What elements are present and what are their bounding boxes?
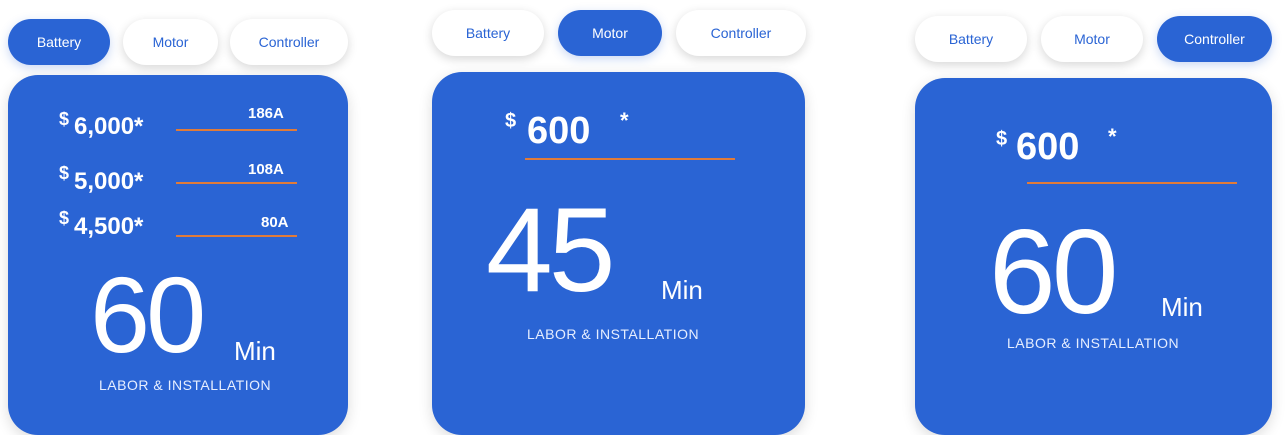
panel1-tab-motor[interactable]: Motor xyxy=(123,19,218,65)
panel2-price-amount: 600 xyxy=(527,110,591,152)
panel1-price3-amount: 4,500* xyxy=(74,213,144,240)
panel3-time-value: 60 xyxy=(989,205,1118,339)
panel3-price-symbol: $ xyxy=(996,128,1008,150)
panel3-card: $ 600 * 60 Min LABOR & INSTALLATION xyxy=(915,78,1272,435)
panel1-price1-amperage: 186A xyxy=(248,105,284,122)
panel1-price3-amperage: 80A xyxy=(261,214,289,231)
panel2-card: $ 600 * 45 Min LABOR & INSTALLATION xyxy=(432,72,805,435)
panel2-price-symbol: $ xyxy=(505,110,517,132)
panel2-labor-label: LABOR & INSTALLATION xyxy=(527,326,700,342)
panel2-price-asterisk: * xyxy=(620,108,629,133)
panel3-price-asterisk: * xyxy=(1108,124,1117,149)
panel2-time-unit: Min xyxy=(661,275,703,305)
panel1-tab-battery[interactable]: Battery xyxy=(8,19,110,65)
panel1-price1-symbol: $ xyxy=(59,109,70,129)
panel3-tab-battery[interactable]: Battery xyxy=(915,16,1027,62)
panel1-time-unit: Min xyxy=(234,336,276,366)
panel2-tab-motor[interactable]: Motor xyxy=(558,10,662,56)
panel1-card: $ 6,000* 186A $ 5,000* 108A $ 4,500* 80A… xyxy=(8,75,348,435)
panel3-price-amount: 600 xyxy=(1016,126,1080,168)
panel1-labor-label: LABOR & INSTALLATION xyxy=(99,377,272,393)
panel2-price-underline xyxy=(525,158,735,160)
panel3-price-underline xyxy=(1027,182,1237,184)
panel2-tab-battery[interactable]: Battery xyxy=(432,10,544,56)
panel1-price1-underline xyxy=(176,129,297,131)
panel1-price2-symbol: $ xyxy=(59,163,70,183)
panel3-tab-motor[interactable]: Motor xyxy=(1041,16,1143,62)
panel2-tab-controller[interactable]: Controller xyxy=(676,10,806,56)
panel1-price2-amperage: 108A xyxy=(248,161,284,178)
panel3-labor-label: LABOR & INSTALLATION xyxy=(1007,335,1180,351)
panel1-price2-amount: 5,000* xyxy=(74,168,144,195)
panel1-price1-amount: 6,000* xyxy=(74,113,144,140)
panel3-time-unit: Min xyxy=(1161,292,1203,322)
panel1-time-value: 60 xyxy=(90,254,206,375)
panel1-price3-symbol: $ xyxy=(59,208,70,228)
panel3-tab-controller[interactable]: Controller xyxy=(1157,16,1272,62)
panel2-time-value: 45 xyxy=(486,183,615,317)
panel1-price2-underline xyxy=(176,182,297,184)
panel1-tab-controller[interactable]: Controller xyxy=(230,19,348,65)
panel1-price3-underline xyxy=(176,235,297,237)
